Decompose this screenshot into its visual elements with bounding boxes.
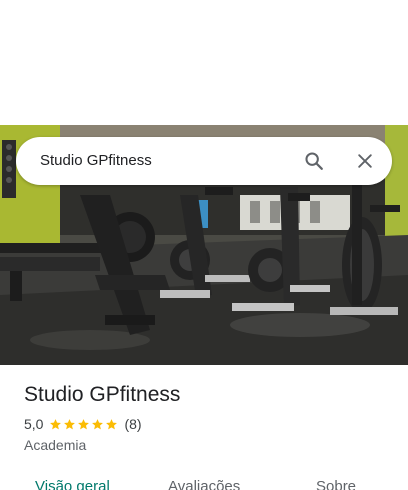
place-info: Studio GPfitness 5,0 (8) Academia [24, 380, 392, 455]
clear-search-button[interactable] [349, 145, 381, 177]
star-icon [78, 418, 90, 429]
search-bar[interactable]: Studio GPfitness [16, 137, 392, 185]
place-title: Studio GPfitness [24, 383, 181, 406]
search-button[interactable] [298, 145, 330, 177]
place-category[interactable]: Academia [24, 435, 392, 455]
close-icon [358, 154, 372, 168]
search-input[interactable]: Studio GPfitness [40, 137, 152, 185]
top-blank-area [0, 0, 408, 125]
star-icon [106, 418, 118, 429]
star-icon [64, 418, 76, 429]
tab-about[interactable]: Sobre [316, 478, 356, 490]
review-count[interactable]: (8) [124, 416, 141, 432]
rating-value: 5,0 [24, 416, 44, 432]
rating-row[interactable]: 5,0 (8) [24, 413, 392, 435]
star-icon [50, 418, 62, 429]
tab-reviews[interactable]: Avaliações [168, 478, 240, 490]
star-icon [92, 418, 104, 429]
search-icon [305, 152, 323, 170]
tab-overview[interactable]: Visão geral [35, 478, 110, 490]
star-rating [49, 418, 119, 431]
place-tabs: Visão geral Avaliações Sobre [0, 470, 408, 490]
